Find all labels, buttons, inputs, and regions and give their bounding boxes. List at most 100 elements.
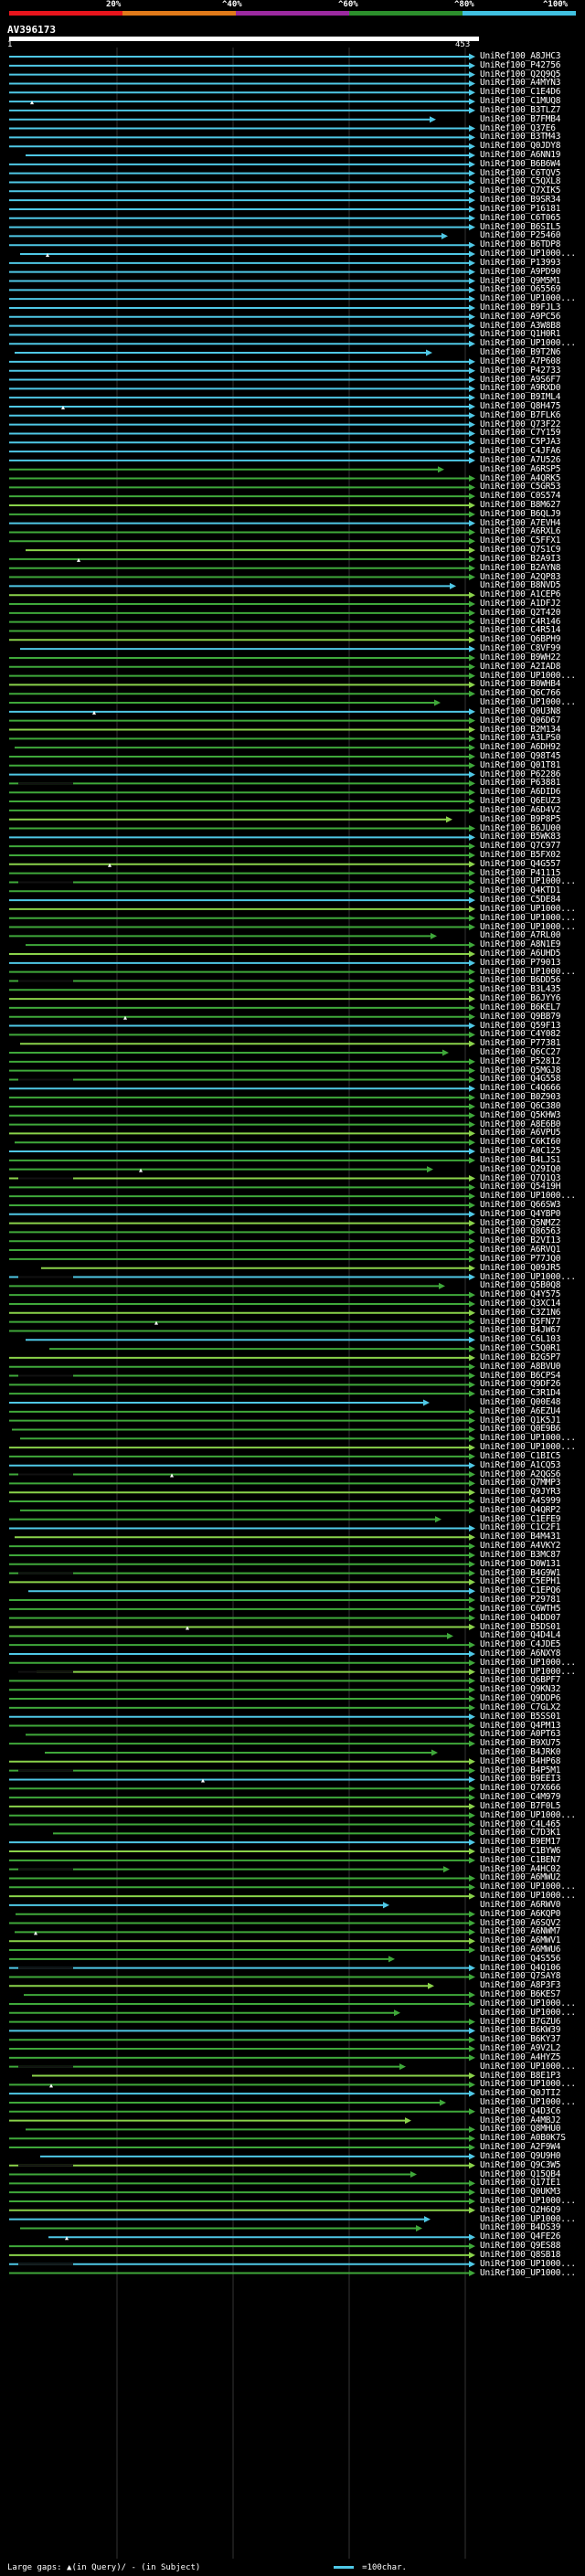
hit-arrow-head	[469, 950, 475, 958]
hit-arrow-head	[469, 1408, 475, 1415]
hit-arrow-head	[469, 385, 475, 392]
hit-arrow-head	[469, 1731, 475, 1738]
hit-arrow-head	[469, 627, 475, 634]
hit-arrow-head	[469, 2108, 475, 2115]
hit-arrow-head	[469, 610, 475, 617]
hit-arrow-head	[469, 915, 475, 922]
hit-arrow-head	[469, 843, 475, 850]
hit-arrow-head	[469, 403, 475, 410]
hit-arrow-head	[469, 708, 475, 716]
hit-arrow-head	[469, 1489, 475, 1496]
hit-arrow-head	[469, 744, 475, 751]
hit-arrow-head	[469, 152, 475, 159]
hit-arrow-head	[469, 1237, 475, 1245]
hit-arrow-head	[469, 771, 475, 779]
hit-arrow-head	[469, 2242, 475, 2250]
hit-arrow-head	[469, 133, 475, 141]
hit-arrow-head	[469, 107, 475, 114]
hit-arrow-head	[469, 1354, 475, 1362]
hit-arrow-head	[469, 1085, 475, 1092]
hit-arrow-head	[469, 1991, 475, 1998]
hit-arrow-head	[405, 2117, 411, 2125]
hit-arrow-head	[469, 1157, 475, 1164]
hit-arrow-head	[469, 161, 475, 168]
hit-arrow-head	[469, 969, 475, 976]
hit-arrow-head	[469, 2189, 475, 2196]
hit-arrow-head	[469, 556, 475, 563]
hit-arrow-head	[441, 232, 448, 239]
hit-arrow-head	[469, 1812, 475, 1819]
hit-arrow-head	[469, 1265, 475, 1272]
hit-arrow-head	[469, 250, 475, 258]
hit-arrow-head	[469, 1309, 475, 1317]
hit-arrow-head	[469, 125, 475, 133]
hit-arrow-head	[469, 2036, 475, 2043]
hit-label[interactable]: UniRef100_UP1000...	[480, 2268, 576, 2278]
hit-arrow-head	[440, 2099, 446, 2106]
hit-arrow-head	[469, 1193, 475, 1200]
hit-arrow-head	[469, 1552, 475, 1559]
hit-arrow-head	[469, 1659, 475, 1667]
hit-arrow-head	[469, 619, 475, 626]
hit-arrow-head	[469, 1121, 475, 1129]
hit-arrow-head	[469, 2252, 475, 2259]
hit-arrow-head	[435, 1516, 441, 1523]
hit-arrow-head	[469, 412, 475, 419]
hit-arrow-head	[450, 582, 456, 589]
hit-arrow-head	[469, 1175, 475, 1182]
hit-arrow-head	[469, 358, 475, 366]
hit-arrow-head	[469, 1507, 475, 1514]
hit-arrow-head	[469, 789, 475, 796]
hit-arrow-head	[469, 1381, 475, 1388]
hit-arrow-head	[469, 959, 475, 967]
hit-arrow-head	[446, 816, 452, 823]
hit-arrow-head	[469, 1803, 475, 1810]
hit-arrow-head	[469, 304, 475, 312]
hit-arrow-head	[410, 2171, 417, 2178]
hit-arrow-head	[469, 852, 475, 859]
hit-arrow-head	[469, 1183, 475, 1191]
hit-arrow-head	[469, 429, 475, 437]
hit-arrow-head	[469, 995, 475, 1002]
hit-arrow-head	[469, 62, 475, 69]
hit-arrow-head	[469, 1677, 475, 1684]
hit-arrow-head	[469, 1839, 475, 1846]
hit-arrow-head	[469, 1462, 475, 1469]
hit-arrow-head	[469, 1040, 475, 1047]
hit-arrow-head	[416, 2224, 422, 2231]
hit-arrow-head	[469, 1686, 475, 1693]
hit-arrow-head	[469, 1435, 475, 1442]
hit-arrow-head	[469, 2090, 475, 2097]
scale-key-label: =100char.	[362, 2563, 407, 2572]
hit-arrow-head	[469, 313, 475, 321]
hit-arrow-head	[469, 520, 475, 527]
hit-arrow-head	[469, 546, 475, 554]
hit-arrow-head	[469, 1013, 475, 1021]
hit-arrow-head	[469, 2045, 475, 2052]
hit-arrow-head	[469, 833, 475, 841]
hit-arrow-head	[469, 1112, 475, 1119]
hit-arrow-head	[469, 1148, 475, 1155]
hit-arrow-head	[469, 2179, 475, 2187]
hit-arrow-head	[469, 187, 475, 195]
hit-arrow-head	[469, 1542, 475, 1550]
hit-arrow-head	[469, 1596, 475, 1604]
hit-arrow-head	[469, 753, 475, 760]
hit-arrow-head	[469, 2233, 475, 2241]
hit-arrow-head	[469, 1058, 475, 1065]
hit-arrow-head	[469, 1785, 475, 1792]
hit-arrow-head	[469, 1740, 475, 1747]
hit-arrow-head	[469, 878, 475, 885]
hit-arrow-head	[469, 2198, 475, 2205]
hit-arrow-head	[469, 1228, 475, 1235]
hit-arrow-head	[469, 896, 475, 904]
hit-arrow-head	[469, 511, 475, 518]
hit-arrow-head	[469, 1345, 475, 1352]
hit-arrow-head	[469, 1004, 475, 1012]
hit-arrow-head	[469, 2207, 475, 2214]
hit-arrow-head	[469, 376, 475, 384]
hit-arrow-head	[469, 673, 475, 680]
hit-arrow-head	[447, 1632, 453, 1639]
hit-arrow-head	[469, 89, 475, 96]
hit-arrow-head	[469, 1426, 475, 1433]
